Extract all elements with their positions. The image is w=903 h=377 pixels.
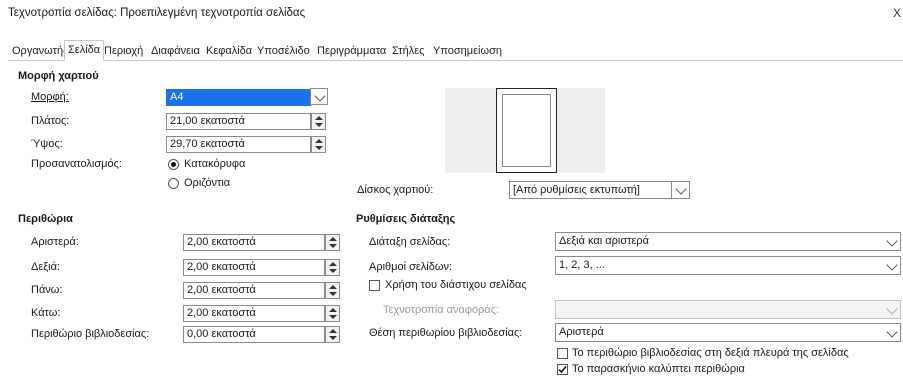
chevron-down-icon xyxy=(886,235,898,247)
chevron-down-icon xyxy=(314,90,326,102)
format-dropdown-button[interactable] xyxy=(310,88,328,105)
format-label: Μορφή: xyxy=(31,91,69,103)
height-label: Ύψος: xyxy=(31,138,63,150)
close-icon[interactable]: X xyxy=(893,6,901,20)
paper-format-heading: Μορφή χαρτιού xyxy=(18,70,99,82)
gutter-position-value: Αριστερά xyxy=(559,326,604,338)
gutter-spinner[interactable] xyxy=(325,326,340,343)
page-layout-select[interactable]: Δεξιά και αριστερά xyxy=(555,232,901,251)
reference-style-label: Τεχνοτροπία αναφοράς: xyxy=(383,304,500,316)
gutter-right-label[interactable]: Το περιθώριο βιβλιοδεσίας στη δεξιά πλευ… xyxy=(572,347,849,359)
margin-bottom-spinner[interactable] xyxy=(325,305,340,322)
margin-top-field[interactable]: 2,00 εκατοστά xyxy=(183,282,325,299)
tab-footnote[interactable]: Υποσημείωση xyxy=(430,42,505,60)
portrait-label[interactable]: Κατακόρυφα xyxy=(184,158,245,170)
margin-right-field[interactable]: 2,00 εκατοστά xyxy=(183,259,325,276)
margin-left-spinner[interactable] xyxy=(325,234,340,251)
tab-columns[interactable]: Στήλες xyxy=(389,42,427,60)
margin-top-spinner[interactable] xyxy=(325,282,340,299)
paper-tray-label: Δίσκος χαρτιού: xyxy=(357,184,434,196)
background-covers-margins-label[interactable]: Το παρασκήνιο καλύπτει περιθώρια xyxy=(572,363,745,375)
chevron-down-icon xyxy=(886,303,898,315)
margin-right-label: Δεξιά: xyxy=(31,261,61,273)
page-preview-margins xyxy=(502,94,551,167)
paper-tray-select[interactable]: [Από ρυθμίσεις εκτυπωτή] xyxy=(509,181,672,199)
layout-settings-heading: Ρυθμίσεις διάταξης xyxy=(356,213,456,225)
page-numbers-value: 1, 2, 3, ... xyxy=(559,259,605,271)
tab-header[interactable]: Κεφαλίδα xyxy=(203,42,255,60)
height-field[interactable]: 29,70 εκατοστά xyxy=(166,136,311,153)
page-layout-value: Δεξιά και αριστερά xyxy=(559,235,649,247)
chevron-down-icon xyxy=(675,183,687,195)
tab-footer[interactable]: Υποσέλιδο xyxy=(254,42,313,60)
chevron-down-icon xyxy=(886,259,898,271)
width-spinner[interactable] xyxy=(311,113,326,130)
margin-bottom-field[interactable]: 2,00 εκατοστά xyxy=(183,305,325,322)
tab-page[interactable]: Σελίδα xyxy=(64,40,105,61)
tab-organizer[interactable]: Οργανωτής xyxy=(9,42,71,60)
register-true-label[interactable]: Χρήση του διάστιχου σελίδας xyxy=(385,279,527,291)
reference-style-select[interactable] xyxy=(555,300,901,319)
gutter-field[interactable]: 0,00 εκατοστά xyxy=(183,326,325,343)
checkmark-icon xyxy=(558,366,567,374)
paper-tray-dropdown-button[interactable] xyxy=(671,181,690,199)
height-spinner[interactable] xyxy=(311,136,326,153)
gutter-label: Περιθώριο βιβλιοδεσίας: xyxy=(31,328,150,340)
margin-right-spinner[interactable] xyxy=(325,259,340,276)
tab-area[interactable]: Περιοχή xyxy=(101,42,146,60)
dialog-title: Τεχνοτροπία σελίδας: Προεπιλεγμένη τεχνο… xyxy=(8,7,306,19)
chevron-down-icon xyxy=(886,326,898,338)
margins-heading: Περιθώρια xyxy=(18,213,73,225)
margin-top-label: Πάνω: xyxy=(31,284,63,296)
gutter-position-label: Θέση περιθωρίου βιβλιοδεσίας: xyxy=(369,327,523,339)
gutter-position-select[interactable]: Αριστερά xyxy=(555,323,901,342)
format-select[interactable]: A4 xyxy=(166,89,311,106)
portrait-radio[interactable] xyxy=(168,159,179,170)
width-label: Πλάτος: xyxy=(31,115,70,127)
page-numbers-label: Αριθμοί σελίδων: xyxy=(369,261,453,273)
width-field[interactable]: 21,00 εκατοστά xyxy=(166,113,311,130)
tab-borders[interactable]: Περιγράμματα xyxy=(314,42,389,60)
landscape-radio[interactable] xyxy=(168,178,179,189)
orientation-label: Προσανατολισμός: xyxy=(31,158,122,170)
margin-bottom-label: Κάτω: xyxy=(31,307,61,319)
page-layout-label: Διάταξη σελίδας: xyxy=(369,236,451,248)
margin-left-label: Αριστερά: xyxy=(31,236,79,248)
landscape-label[interactable]: Οριζόντια xyxy=(184,177,230,189)
page-numbers-select[interactable]: 1, 2, 3, ... xyxy=(555,256,901,275)
tab-transparency[interactable]: Διαφάνεια xyxy=(148,42,203,60)
margin-left-field[interactable]: 2,00 εκατοστά xyxy=(183,234,325,251)
background-covers-margins-checkbox[interactable] xyxy=(557,364,568,375)
gutter-right-checkbox[interactable] xyxy=(557,348,568,359)
register-true-checkbox[interactable] xyxy=(369,280,380,291)
